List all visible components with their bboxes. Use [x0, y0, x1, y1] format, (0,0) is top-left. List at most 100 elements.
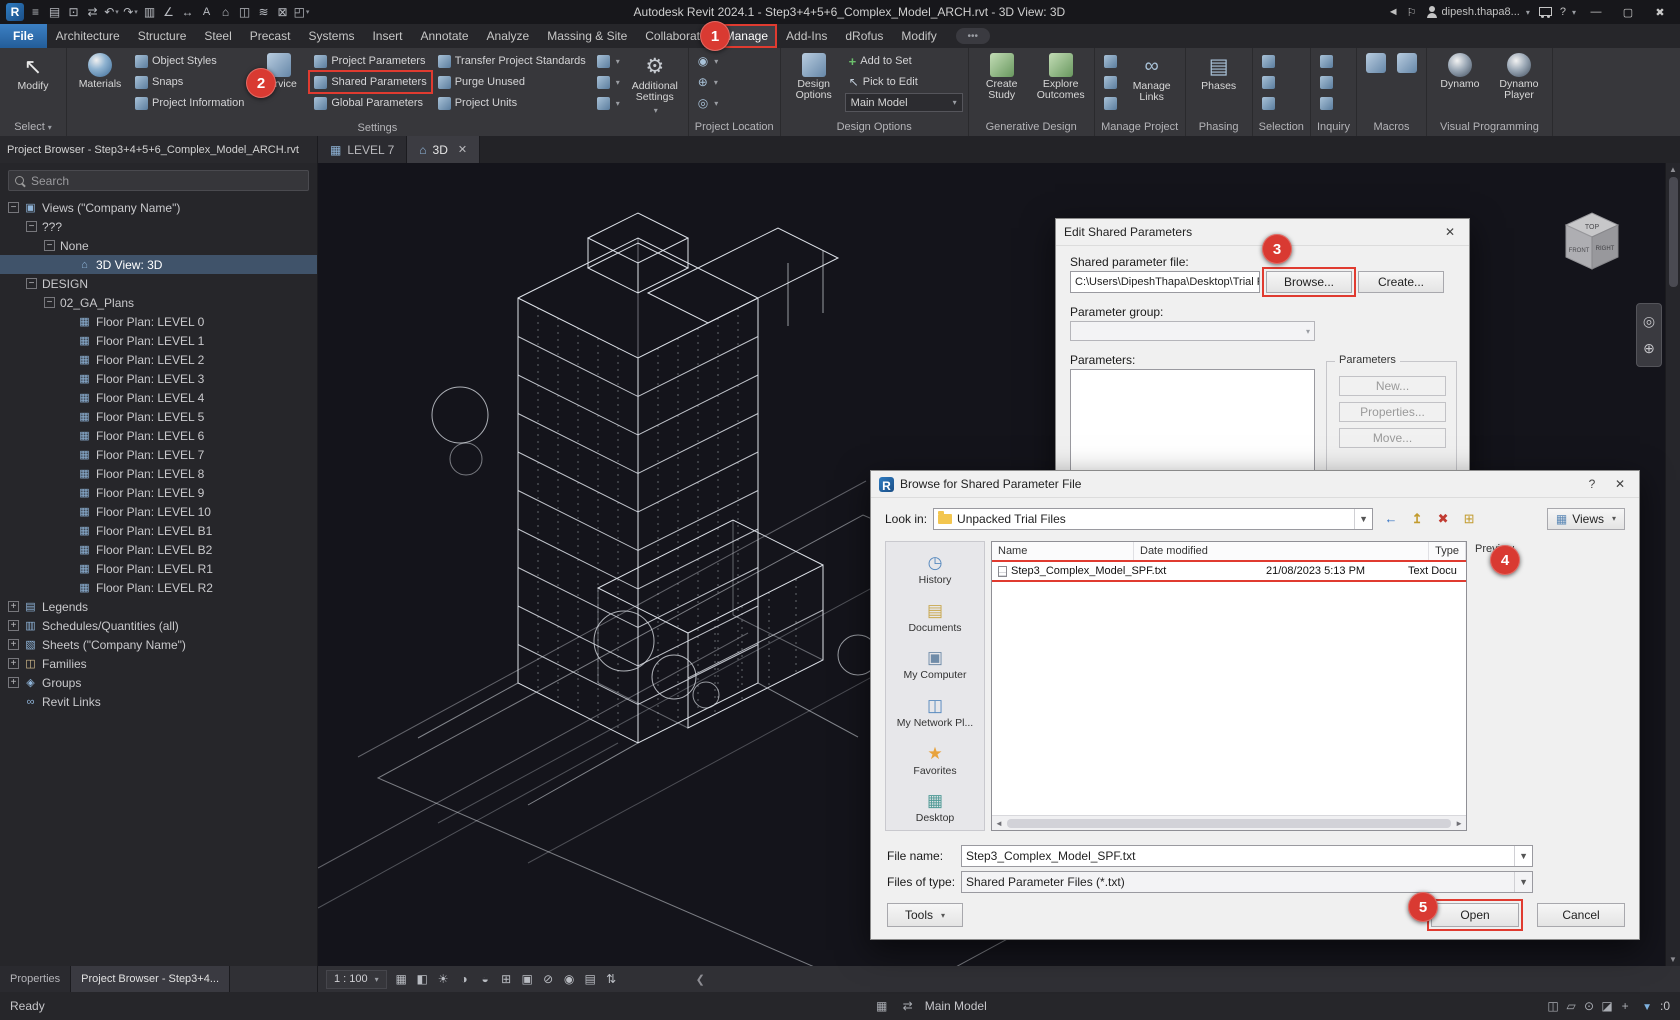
project-browser-tab[interactable]: Project Browser - Step3+4... [71, 966, 230, 992]
global-parameters-button[interactable]: Global Parameters [310, 93, 430, 113]
places-item[interactable]: Favorites [889, 739, 981, 783]
notification-flag-icon[interactable]: ⚐ [1407, 6, 1417, 19]
filter-icon[interactable] [1642, 999, 1652, 1013]
tree-expand-toggle[interactable] [62, 335, 73, 346]
ribbon-tab[interactable]: Insert [363, 24, 411, 48]
tree-expand-toggle[interactable] [62, 316, 73, 327]
minimize-button[interactable]: — [1584, 6, 1608, 18]
move-button[interactable]: Move... [1339, 428, 1446, 448]
qat-icon[interactable] [159, 3, 178, 21]
close-tab-icon[interactable]: ✕ [458, 143, 467, 156]
view-tab-level7[interactable]: ▦ LEVEL 7 [318, 136, 407, 163]
qat-icon[interactable] [235, 3, 254, 21]
qat-icon[interactable] [140, 3, 159, 21]
file-name-dropdown[interactable]: Step3_Complex_Model_SPF.txt ▼ [961, 845, 1533, 867]
scrollbar-thumb[interactable] [1669, 177, 1678, 287]
selection-toggle-icon[interactable] [1544, 999, 1562, 1013]
search-box[interactable] [8, 170, 309, 191]
revit-logo-icon[interactable] [6, 3, 24, 21]
location-button[interactable]: ▾ [694, 51, 723, 71]
tree-expand-toggle[interactable] [8, 677, 19, 688]
coordinates-button[interactable]: ▾ [694, 72, 723, 92]
tree-item[interactable]: Floor Plan: LEVEL 9 [0, 483, 317, 502]
places-item[interactable]: My Computer [889, 643, 981, 687]
tree-item[interactable]: Floor Plan: LEVEL R1 [0, 559, 317, 578]
panel-schedule-templates-button[interactable]: ▾ [593, 93, 624, 113]
design-options-button[interactable]: Design Options [786, 51, 842, 103]
view-control-icon[interactable] [559, 970, 580, 989]
collapse-notifications-icon[interactable]: ◄ [1388, 6, 1399, 18]
view-control-icon[interactable] [391, 970, 412, 989]
create-study-button[interactable]: Create Study [974, 51, 1030, 103]
qat-icon[interactable] [83, 3, 102, 21]
qat-icon[interactable] [64, 3, 83, 21]
snaps-button[interactable]: Snaps [131, 72, 248, 92]
parameter-group-dropdown[interactable]: ▾ [1070, 321, 1315, 341]
tree-item[interactable]: Floor Plan: LEVEL 1 [0, 331, 317, 350]
tree-item[interactable]: Floor Plan: LEVEL 3 [0, 369, 317, 388]
zoom-icon[interactable]: ⊕ [1643, 340, 1655, 357]
tree-item[interactable]: Floor Plan: LEVEL 2 [0, 350, 317, 369]
transfer-project-standards-button[interactable]: Transfer Project Standards [434, 51, 590, 71]
qat-icon[interactable] [102, 3, 121, 21]
scroll-left-icon[interactable]: ◄ [995, 819, 1003, 828]
manage-links-button[interactable]: Manage Links [1124, 51, 1180, 105]
scroll-down-icon[interactable]: ▼ [1669, 955, 1677, 964]
edit-selection-button[interactable] [1258, 93, 1279, 113]
tree-expand-toggle[interactable] [8, 639, 19, 650]
tree-item[interactable]: Floor Plan: LEVEL R2 [0, 578, 317, 597]
warnings-button[interactable] [1316, 93, 1337, 113]
view-control-icon[interactable] [580, 970, 601, 989]
places-item[interactable]: History [889, 548, 981, 592]
horizontal-scrollbar[interactable]: ◄ ► [992, 815, 1466, 830]
views-button[interactable]: Views ▾ [1547, 508, 1625, 530]
tree-item[interactable]: 02_GA_Plans [0, 293, 317, 312]
tree-expand-toggle[interactable] [26, 278, 37, 289]
tree-item[interactable]: None [0, 236, 317, 255]
browse-dialog-titlebar[interactable]: Browse for Shared Parameter File ? ✕ [871, 471, 1639, 498]
view-control-icon[interactable] [433, 970, 454, 989]
scrollbar-thumb[interactable] [1007, 819, 1451, 828]
ribbon-tab[interactable]: Precast [241, 24, 300, 48]
dialog-toolbar-icon[interactable] [1457, 508, 1481, 530]
view-control-icon[interactable] [412, 970, 433, 989]
tree-expand-toggle[interactable] [62, 525, 73, 536]
qat-icon[interactable] [254, 3, 273, 21]
qat-icon[interactable] [178, 3, 197, 21]
help-menu[interactable]: ?▾ [1560, 6, 1576, 18]
tree-item[interactable]: Schedules/Quantities (all) [0, 616, 317, 635]
properties-tab[interactable]: Properties [0, 966, 71, 992]
tree-expand-toggle[interactable] [62, 259, 73, 270]
ribbon-tab[interactable]: Massing & Site [538, 24, 636, 48]
tree-expand-toggle[interactable] [62, 354, 73, 365]
project-information-button[interactable]: Project Information [131, 93, 248, 113]
ribbon-tab[interactable]: Structure [129, 24, 196, 48]
project-units-button[interactable]: Project Units [434, 93, 590, 113]
chevron-left-icon[interactable]: ❮ [696, 973, 705, 986]
tree-item[interactable]: Sheets ("Company Name") [0, 635, 317, 654]
modify-button[interactable]: Modify [5, 51, 61, 94]
pick-to-edit-button[interactable]: Pick to Edit [845, 72, 963, 92]
ribbon-tab[interactable]: Steel [195, 24, 240, 48]
ribbon-tab[interactable]: dRofus [836, 24, 892, 48]
view-control-icon[interactable] [517, 970, 538, 989]
manage-images-button[interactable] [1100, 51, 1121, 71]
qat-icon[interactable] [26, 3, 45, 21]
cancel-button[interactable]: Cancel [1537, 903, 1625, 927]
ribbon-tab[interactable]: Add-Ins [777, 24, 836, 48]
view-cube[interactable]: TOP FRONT RIGHT [1552, 203, 1632, 287]
project-parameters-button[interactable]: Project Parameters [310, 51, 430, 71]
help-icon[interactable]: ? [1581, 477, 1603, 491]
selection-toggle-icon[interactable] [1616, 999, 1634, 1013]
tree-item[interactable]: Floor Plan: LEVEL 5 [0, 407, 317, 426]
dialog-toolbar-icon[interactable] [1379, 508, 1403, 530]
tree-expand-toggle[interactable] [8, 696, 19, 707]
tree-item[interactable]: Views ("Company Name") [0, 198, 317, 217]
tree-expand-toggle[interactable] [62, 392, 73, 403]
new-parameter-button[interactable]: New... [1339, 376, 1446, 396]
add-to-set-button[interactable]: Add to Set [845, 51, 963, 71]
active-design-option-label[interactable]: Main Model [925, 999, 987, 1013]
file-list[interactable]: NameDate modifiedType Step3_Complex_Mode… [991, 541, 1467, 831]
selection-toggle-icon[interactable] [1598, 999, 1616, 1013]
places-item[interactable]: Documents [889, 596, 981, 640]
